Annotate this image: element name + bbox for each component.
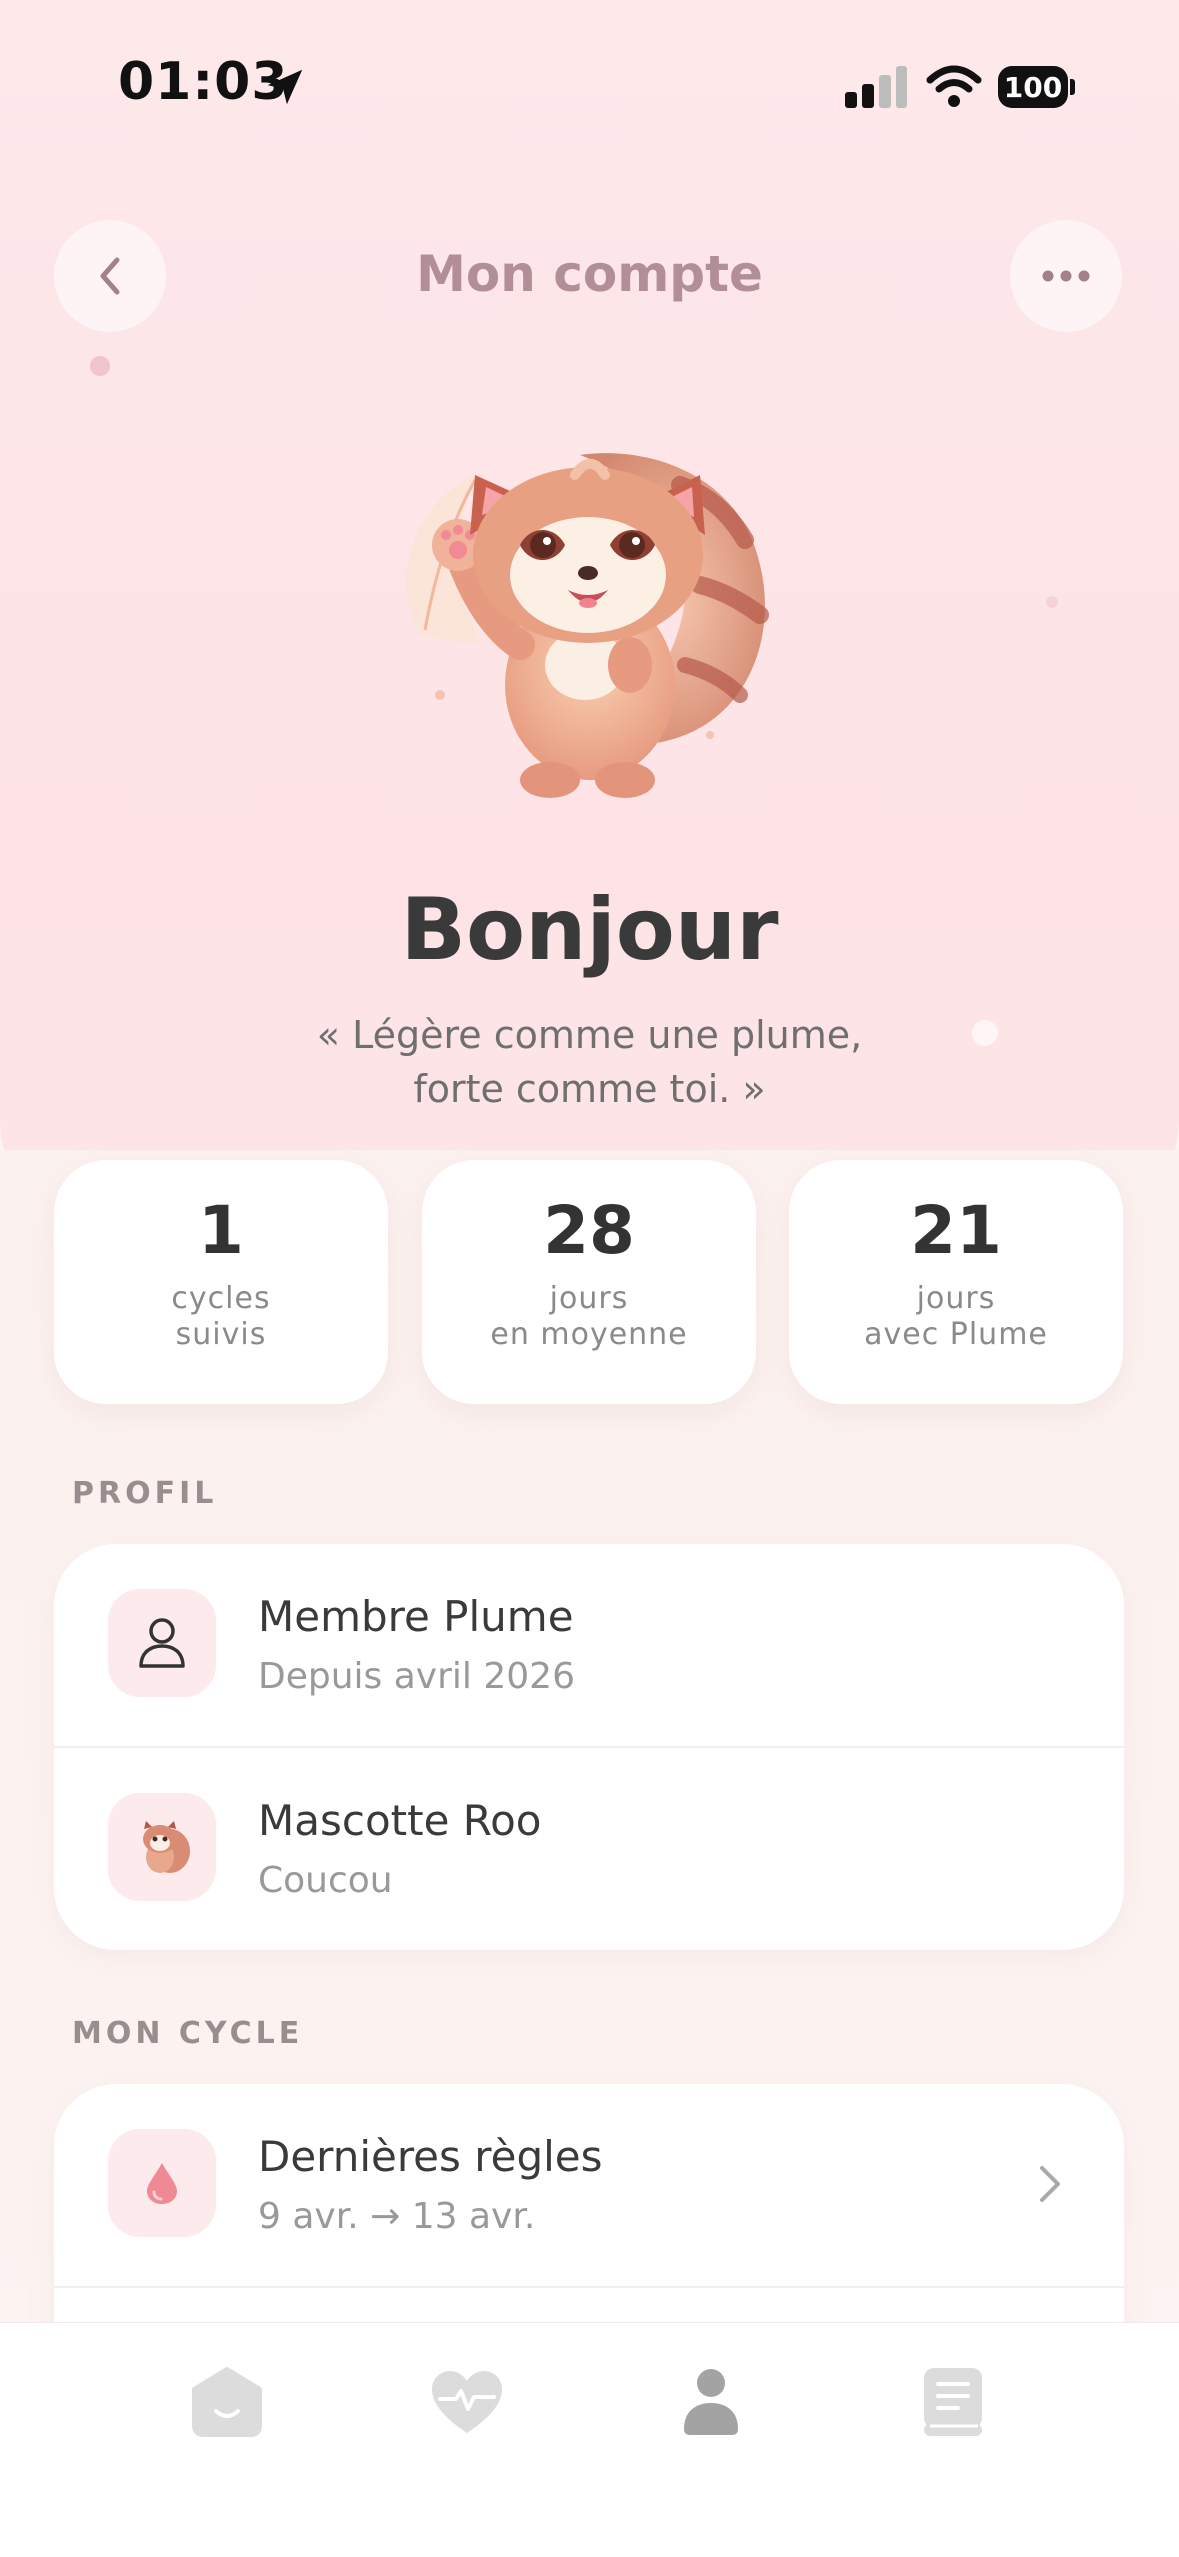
wifi-icon [926,65,982,107]
tab-home[interactable] [182,2357,272,2447]
greeting-heading: Bonjour [400,880,779,980]
battery-icon: 100 [998,66,1075,110]
decorative-dot [1046,596,1058,608]
red-panda-icon [108,1793,216,1901]
list-item-member[interactable]: Membre Plume Depuis avril 2026 [54,1544,1124,1746]
section-label-cycle: MON CYCLE [72,2016,304,2051]
cellular-signal-icon [845,66,907,108]
profile-card: Membre Plume Depuis avril 2026 Mascotte … [54,1544,1124,1950]
quote-line-1: « Légère comme une plume, [316,1013,863,1057]
stat-label: jours en moyenne [490,1281,688,1352]
battery-level: 100 [998,66,1068,108]
list-item-subtitle: Coucou [258,1860,393,1901]
user-icon [108,1589,216,1697]
list-item-title: Mascotte Roo [258,1796,542,1845]
stat-card-average: 28 jours en moyenne [422,1160,756,1404]
list-item-title: Dernières règles [258,2132,603,2181]
section-label-profile: PROFIL [72,1476,218,1511]
tab-journal[interactable] [908,2357,998,2447]
location-arrow-icon [267,69,303,105]
stat-card-days-with-plume: 21 jours avec Plume [789,1160,1123,1404]
drop-icon [108,2129,216,2237]
quote-line-2: forte comme toi. » [413,1067,766,1111]
stat-value: 21 [910,1192,1002,1269]
more-horizontal-icon [1042,270,1090,282]
tab-health[interactable] [422,2357,512,2447]
profile-icon [684,2369,738,2435]
list-item-last-period[interactable]: Dernières règles 9 avr. → 13 avr. [54,2084,1124,2286]
chevron-right-icon [1040,2166,1060,2202]
decorative-dot [90,356,110,376]
more-options-button[interactable] [1010,220,1122,332]
home-icon [192,2367,262,2437]
tab-profile[interactable] [666,2357,756,2447]
stat-label: cycles suivis [171,1281,271,1352]
page-title: Mon compte [416,245,763,303]
red-panda-mascot-illustration [406,453,769,798]
stat-label: jours avec Plume [864,1281,1048,1352]
list-item-subtitle: 9 avr. → 13 avr. [258,2196,536,2237]
stat-card-cycles: 1 cycles suivis [54,1160,388,1404]
stat-value: 28 [543,1192,635,1269]
heart-pulse-icon [432,2371,502,2433]
motto-quote: « Légère comme une plume, forte comme to… [0,1008,1179,1116]
list-item-title: Membre Plume [258,1592,574,1641]
book-icon [924,2368,982,2436]
stat-value: 1 [198,1192,244,1269]
list-item-subtitle: Depuis avril 2026 [258,1656,575,1697]
list-item-mascot[interactable]: Mascotte Roo Coucou [54,1746,1124,1950]
tab-bar [0,2322,1179,2557]
